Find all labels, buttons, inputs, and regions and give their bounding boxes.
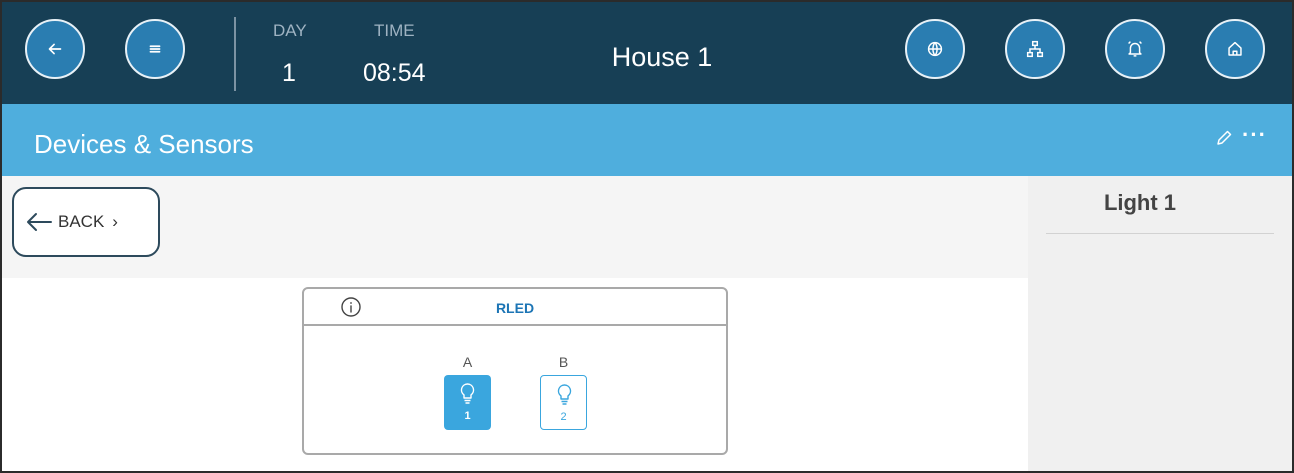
network-icon	[1026, 40, 1044, 58]
back-label: BACK	[58, 212, 105, 231]
channel-button-a[interactable]: 1	[444, 375, 491, 430]
alarm-button[interactable]	[1105, 19, 1165, 79]
menu-icon	[149, 45, 161, 53]
menu-button[interactable]	[125, 19, 185, 79]
channel-number: 2	[560, 411, 567, 423]
card-title: RLED	[495, 300, 535, 316]
pencil-icon[interactable]	[1214, 128, 1234, 148]
channel-label-b: B	[558, 354, 569, 370]
back-row: BACK ›	[2, 176, 1028, 278]
day-label: DAY	[273, 21, 307, 40]
device-card: RLED A 1 B 2	[302, 287, 728, 455]
panel-title: Light 1	[1103, 190, 1177, 215]
day-value: 1	[282, 59, 296, 87]
light-bulb-icon	[557, 384, 572, 405]
channel-label-a: A	[462, 354, 473, 370]
light-bulb-icon	[460, 383, 475, 404]
top-bar: DAY 1 TIME 08:54 House 1	[2, 2, 1292, 104]
time-label: TIME	[374, 21, 415, 40]
panel-divider	[1046, 233, 1274, 234]
globe-button[interactable]	[905, 19, 965, 79]
channel-button-b[interactable]: 2	[540, 375, 587, 430]
alarm-bell-icon	[1128, 41, 1142, 57]
house-title: House 1	[611, 42, 713, 72]
time-value: 08:54	[363, 59, 426, 87]
right-panel: Light 1	[1028, 176, 1292, 471]
chevron-right-icon: ›	[112, 212, 118, 231]
app-frame: DAY 1 TIME 08:54 House 1 Devices & Senso…	[0, 0, 1294, 473]
network-button[interactable]	[1005, 19, 1065, 79]
home-button[interactable]	[1205, 19, 1265, 79]
home-icon	[1228, 41, 1242, 56]
back-button[interactable]: BACK ›	[12, 187, 160, 257]
back-arrow-icon	[48, 43, 62, 55]
more-icon[interactable]: ···	[1242, 122, 1267, 148]
channel-number: 1	[464, 410, 471, 422]
section-header: Devices & Sensors ···	[2, 104, 1292, 176]
section-title: Devices & Sensors	[34, 129, 254, 159]
back-arrow-button[interactable]	[25, 19, 85, 79]
globe-icon	[927, 41, 943, 57]
header-divider	[234, 17, 236, 91]
card-header: RLED	[304, 289, 726, 326]
left-arrow-icon	[27, 213, 52, 231]
